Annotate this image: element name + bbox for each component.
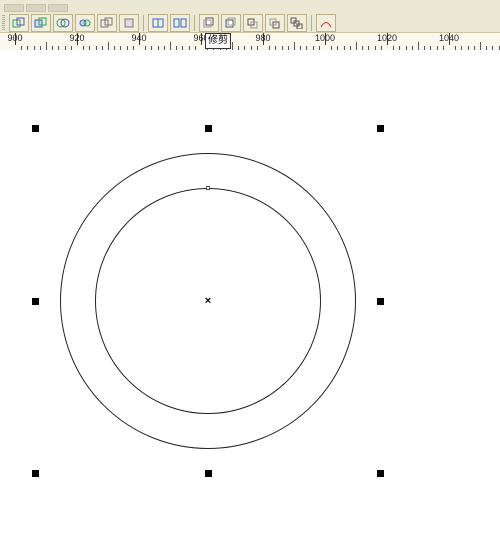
selection-handle[interactable] bbox=[32, 125, 39, 132]
back-one-button[interactable] bbox=[265, 14, 285, 32]
selection-center-marker: × bbox=[205, 295, 211, 307]
trim-button[interactable] bbox=[31, 14, 51, 32]
ruler-label: 940 bbox=[131, 33, 146, 43]
front-minus-back-button[interactable] bbox=[97, 14, 117, 32]
hover-tooltip: 修剪 bbox=[205, 33, 231, 49]
application-chrome: 900920940960980100010201040修剪 bbox=[0, 0, 500, 50]
ruler-label: 1040 bbox=[439, 33, 459, 43]
break-apart-button[interactable] bbox=[170, 14, 190, 32]
forward-one-button[interactable] bbox=[243, 14, 263, 32]
selection-handle[interactable] bbox=[32, 298, 39, 305]
ruler-label: 1000 bbox=[315, 33, 335, 43]
combine-button[interactable] bbox=[148, 14, 168, 32]
ruler-label: 1020 bbox=[377, 33, 397, 43]
selection-handle[interactable] bbox=[205, 125, 212, 132]
shape-node[interactable] bbox=[206, 186, 210, 190]
toolbar-grip[interactable] bbox=[2, 15, 5, 31]
order-button[interactable] bbox=[287, 14, 307, 32]
selection-handle[interactable] bbox=[377, 298, 384, 305]
toolbar-fragment bbox=[48, 4, 68, 12]
ruler-label: 980 bbox=[255, 33, 270, 43]
selection-handle[interactable] bbox=[205, 470, 212, 477]
ruler-label: 920 bbox=[69, 33, 84, 43]
weld-button[interactable] bbox=[9, 14, 29, 32]
to-back-button[interactable] bbox=[221, 14, 241, 32]
shaping-toolbar bbox=[0, 12, 500, 32]
to-front-button[interactable] bbox=[199, 14, 219, 32]
toolbar-partial-top bbox=[0, 0, 500, 12]
selection-handle[interactable] bbox=[377, 125, 384, 132]
toolbar-separator bbox=[311, 15, 312, 31]
toolbar-separator bbox=[194, 15, 195, 31]
toolbar-separator bbox=[143, 15, 144, 31]
back-minus-front-button[interactable] bbox=[119, 14, 139, 32]
convert-curves-button[interactable] bbox=[316, 14, 336, 32]
ruler-label: 900 bbox=[7, 33, 22, 43]
horizontal-ruler[interactable]: 900920940960980100010201040修剪 bbox=[0, 32, 500, 50]
toolbar-fragment bbox=[4, 4, 24, 12]
selection-handle[interactable] bbox=[377, 470, 384, 477]
simplify-button[interactable] bbox=[75, 14, 95, 32]
selection-handle[interactable] bbox=[32, 470, 39, 477]
toolbar-fragment bbox=[26, 4, 46, 12]
drawing-canvas[interactable]: × bbox=[0, 50, 500, 538]
intersect-button[interactable] bbox=[53, 14, 73, 32]
